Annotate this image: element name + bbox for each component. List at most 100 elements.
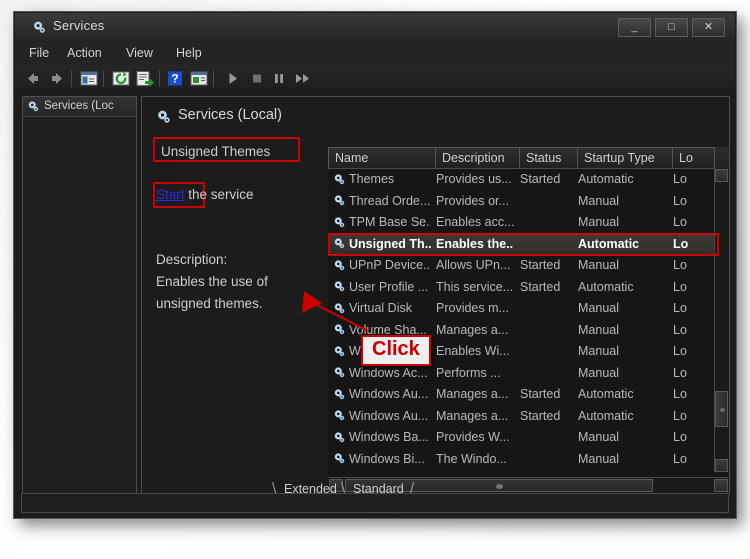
cell-log-on-as: Lo — [673, 344, 687, 358]
cell-startup-type: Automatic — [578, 279, 634, 294]
cell-name: Windows Ba... — [349, 430, 429, 444]
services-gear-icon — [27, 100, 40, 113]
cell-name: Unsigned Th... — [349, 236, 431, 251]
cell-startup-type: Automatic — [578, 236, 640, 251]
cell-name: Themes — [349, 172, 395, 186]
menu-help[interactable]: Help — [170, 45, 208, 61]
show-hide-console-tree-icon[interactable] — [79, 69, 99, 88]
table-row[interactable]: Thread Orde... Provides or... Manual Lo — [328, 191, 729, 213]
cell-description: Manages a... — [436, 387, 509, 401]
service-gear-icon — [333, 366, 346, 379]
scroll-up-button[interactable] — [715, 169, 728, 182]
tree-root-item[interactable]: Services (Loc — [23, 97, 136, 117]
console-tree-pane: Services (Loc — [22, 96, 137, 494]
column-header-description[interactable]: Description — [436, 147, 520, 169]
column-header-log-on-as[interactable]: Lo — [673, 147, 715, 169]
table-vertical-scrollbar[interactable] — [714, 169, 729, 472]
cell-log-on-as: Lo — [673, 172, 687, 186]
properties-icon[interactable] — [189, 69, 209, 88]
cell-startup-type: Manual — [578, 365, 619, 380]
forward-arrow-icon[interactable] — [47, 69, 67, 88]
start-service-icon[interactable] — [223, 69, 243, 88]
service-gear-icon — [333, 431, 346, 444]
minimize-button[interactable]: _ — [618, 18, 651, 37]
service-gear-icon — [333, 409, 346, 422]
window-titlebar: Services _ □ ✕ — [15, 13, 735, 42]
start-service-line: Start the service — [156, 187, 254, 202]
cell-startup-type: Automatic — [578, 387, 634, 401]
service-gear-icon — [333, 237, 346, 250]
stop-service-icon[interactable] — [247, 69, 267, 88]
column-header-name[interactable]: Name — [328, 147, 436, 169]
table-row[interactable]: Themes Provides us... Started Automatic Lo — [328, 169, 729, 191]
svg-text:?: ? — [171, 72, 178, 86]
table-row[interactable]: Windows Ba... Provides W... Manual Lo — [328, 427, 729, 449]
scroll-down-button[interactable] — [715, 459, 728, 472]
service-gear-icon — [333, 388, 346, 401]
cell-status: Started — [520, 172, 561, 186]
vertical-scroll-thumb[interactable] — [715, 391, 728, 427]
cell-name: Thread Orde... — [349, 193, 431, 208]
click-callout: Click — [361, 335, 431, 366]
cell-description: Enables acc... — [436, 215, 514, 229]
menu-action[interactable]: Action — [61, 45, 108, 61]
cell-startup-type: Manual — [578, 322, 619, 337]
content-panes: Services (Loc Services (Local) Unsigned … — [15, 92, 735, 504]
table-row[interactable]: Unsigned Th... Enables the... Automatic Lo — [328, 233, 729, 255]
cell-log-on-as: Lo — [673, 258, 687, 272]
start-service-link[interactable]: Start — [156, 187, 185, 202]
cell-startup-type: Manual — [578, 430, 619, 444]
pause-service-icon[interactable] — [269, 69, 289, 88]
service-gear-icon — [333, 194, 346, 207]
cell-name: TPM Base Se... — [349, 215, 431, 229]
cell-log-on-as: Lo — [673, 322, 687, 337]
detail-pane-title: Services (Local) — [178, 107, 282, 123]
table-row[interactable]: Windows Ca...Securely en...ManualLo — [328, 470, 729, 472]
cell-log-on-as: Lo — [673, 451, 687, 466]
maximize-button[interactable]: □ — [655, 18, 688, 37]
back-arrow-icon[interactable] — [23, 69, 43, 88]
cell-log-on-as: Lo — [673, 387, 687, 401]
cell-startup-type: Manual — [578, 193, 619, 208]
toolbar-separator-3 — [159, 70, 160, 87]
cell-description: Allows UPn... — [436, 258, 511, 272]
cell-log-on-as: Lo — [673, 301, 687, 315]
screenshot-root: Services _ □ ✕ File Action View Help ? S… — [0, 0, 750, 559]
cell-description: The Windo... — [436, 451, 507, 466]
column-header-status[interactable]: Status — [520, 147, 578, 169]
restart-service-icon[interactable] — [291, 69, 311, 88]
cell-status: Started — [520, 258, 561, 272]
close-button[interactable]: ✕ — [692, 18, 725, 37]
menu-file[interactable]: File — [23, 45, 55, 61]
cell-description: Provides us... — [436, 172, 512, 186]
cell-description: Performs ... — [436, 365, 501, 380]
table-row[interactable]: TPM Base Se... Enables acc... Manual Lo — [328, 212, 729, 234]
cell-name: Windows Au... — [349, 408, 429, 423]
refresh-icon[interactable] — [111, 69, 131, 88]
table-header-row: Name Description Status Startup Type Lo — [328, 147, 729, 169]
table-row[interactable]: Windows Au... Manages a... Started Automati… — [328, 384, 729, 406]
cell-log-on-as: Lo — [673, 236, 689, 251]
cell-startup-type: Manual — [578, 258, 619, 272]
column-header-startup-type[interactable]: Startup Type — [578, 147, 673, 169]
cell-description: Provides m... — [436, 301, 509, 315]
menu-view[interactable]: View — [120, 45, 159, 61]
toolbar: ? — [15, 65, 735, 93]
table-row[interactable]: Windows Au... Manages a... Started Automati… — [328, 406, 729, 428]
help-icon[interactable]: ? — [165, 69, 185, 88]
service-gear-icon — [333, 452, 346, 465]
cell-startup-type: Manual — [578, 344, 619, 358]
export-list-icon[interactable] — [135, 69, 155, 88]
cell-log-on-as: Lo — [673, 193, 687, 208]
cell-status: Started — [520, 387, 561, 401]
table-row[interactable]: UPnP Device... Allows UPn... Started Manual… — [328, 255, 729, 277]
service-gear-icon — [333, 216, 346, 229]
cell-startup-type: Manual — [578, 301, 619, 315]
table-row[interactable]: Windows Bi... The Windo... Manual Lo — [328, 449, 729, 471]
window-title: Services — [53, 18, 105, 33]
cell-status: Started — [520, 408, 561, 423]
cell-description: Provides or... — [436, 193, 509, 208]
toolbar-separator-2 — [103, 70, 104, 87]
tree-root-label: Services (Loc — [44, 100, 114, 112]
cell-description: Enables the... — [436, 236, 514, 251]
